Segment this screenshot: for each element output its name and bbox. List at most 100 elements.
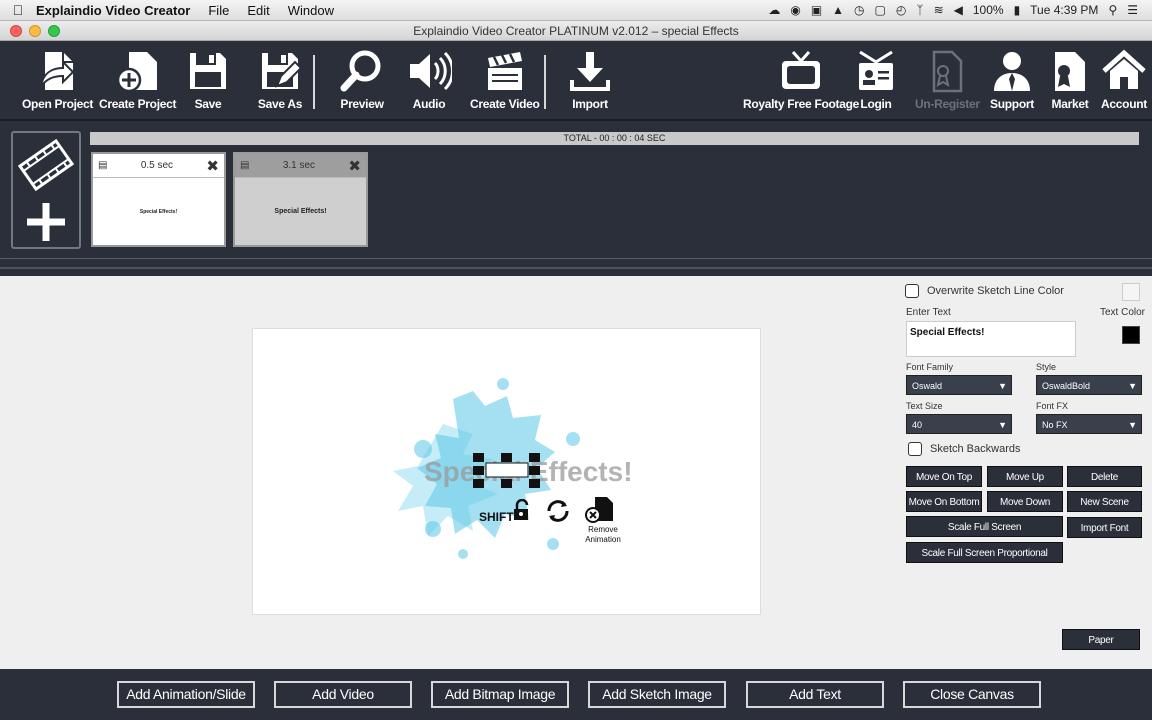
- move-down-button[interactable]: Move Down: [987, 491, 1063, 512]
- dropdown-arrow-icon: ▼: [1128, 381, 1137, 391]
- menu-window[interactable]: Window: [288, 3, 334, 18]
- menu-file[interactable]: File: [208, 3, 229, 18]
- sketch-backwards-label: Sketch Backwards: [930, 443, 1021, 455]
- speaker-icon: [405, 47, 453, 95]
- cloud-icon[interactable]: ☁: [768, 3, 780, 17]
- notification-center-icon[interactable]: ☰: [1127, 3, 1138, 17]
- scene-preview: Special Effects!: [235, 178, 366, 245]
- scene-thumbnail-1[interactable]: ▤ 0.5 sec ✖ Special Effects!: [91, 152, 226, 247]
- camera-icon[interactable]: ▣: [811, 3, 822, 17]
- support-button[interactable]: Support: [988, 47, 1036, 117]
- delete-button[interactable]: Delete: [1067, 466, 1142, 487]
- mac-menubar:  Explaindio Video Creator File Edit Win…: [0, 0, 1152, 21]
- clock-text[interactable]: Tue 4:39 PM: [1030, 3, 1098, 17]
- open-project-icon: [34, 47, 82, 95]
- bluetooth-icon[interactable]: ᛉ: [916, 3, 923, 17]
- market-document-icon: [1046, 47, 1094, 95]
- unlock-icon[interactable]: [512, 498, 532, 521]
- open-project-button[interactable]: Open Project: [22, 47, 93, 117]
- preview-button[interactable]: Preview: [338, 47, 386, 117]
- overwrite-line-color-checkbox[interactable]: [905, 284, 919, 298]
- enter-text-label: Enter Text: [906, 307, 951, 318]
- new-scene-button[interactable]: New Scene: [1067, 491, 1142, 512]
- scale-full-screen-proportional-button[interactable]: Scale Full Screen Proportional: [906, 542, 1063, 563]
- remove-animation-label: Remove Animation: [585, 525, 621, 544]
- scale-full-screen-button[interactable]: Scale Full Screen: [906, 516, 1063, 537]
- move-on-top-button[interactable]: Move On Top: [906, 466, 982, 487]
- create-project-button[interactable]: Create Project: [99, 47, 176, 117]
- support-person-icon: [988, 47, 1036, 95]
- scene-timeline: TOTAL - 00 : 00 : 04 SEC ▤ 0.5 sec ✖ Spe…: [0, 123, 1152, 258]
- paper-button[interactable]: Paper: [1062, 629, 1140, 650]
- dropdown-arrow-icon: ▼: [998, 420, 1007, 430]
- scene-header: ▤ 3.1 sec ✖: [235, 154, 366, 178]
- toolbar-separator: [544, 55, 546, 109]
- market-button[interactable]: Market: [1046, 47, 1094, 117]
- add-text-button[interactable]: Add Text: [746, 681, 884, 708]
- scene-thumbnail-2[interactable]: ▤ 3.1 sec ✖ Special Effects!: [233, 152, 368, 247]
- text-color-label: Text Color: [1100, 307, 1146, 318]
- scene-duration: 0.5 sec: [140, 160, 174, 171]
- add-animation-slide-button[interactable]: Add Animation/Slide: [117, 681, 255, 708]
- volume-icon[interactable]: ◀: [954, 3, 963, 17]
- add-sketch-image-button[interactable]: Add Sketch Image: [588, 681, 726, 708]
- magnifier-icon: [338, 47, 386, 95]
- font-fx-select[interactable]: No FX ▼: [1036, 414, 1142, 434]
- audio-button[interactable]: Audio: [405, 47, 453, 117]
- dropdown-arrow-icon: ▼: [998, 381, 1007, 391]
- close-canvas-button[interactable]: Close Canvas: [903, 681, 1041, 708]
- add-bitmap-image-button[interactable]: Add Bitmap Image: [431, 681, 569, 708]
- royalty-free-footage-button[interactable]: Royalty Free Footage: [743, 47, 859, 117]
- display-icon[interactable]: ▢: [875, 3, 886, 17]
- rotate-icon[interactable]: [545, 499, 571, 523]
- add-video-button[interactable]: Add Video: [274, 681, 412, 708]
- adobe-icon[interactable]: ▲: [832, 3, 844, 17]
- scene-settings-icon[interactable]: ▤: [240, 160, 249, 171]
- scene-header: ▤ 0.5 sec ✖: [93, 154, 224, 178]
- font-fx-label: Font FX: [1036, 401, 1069, 411]
- wifi-icon[interactable]: ≋: [934, 3, 944, 17]
- login-button[interactable]: Login: [852, 47, 900, 117]
- clock-icon[interactable]: ◴: [896, 3, 906, 17]
- toolbar-separator: [313, 55, 315, 109]
- close-icon[interactable]: ✖: [348, 157, 361, 175]
- close-icon[interactable]: ✖: [206, 157, 219, 175]
- panel-splitter[interactable]: [0, 258, 1152, 276]
- line-color-swatch[interactable]: [1122, 283, 1140, 301]
- text-size-select[interactable]: 40 ▼: [906, 414, 1012, 434]
- style-select[interactable]: OswaldBold ▼: [1036, 375, 1142, 395]
- save-as-button[interactable]: Save As: [256, 47, 304, 117]
- font-family-label: Font Family: [906, 362, 954, 372]
- text-entry-field[interactable]: Special Effects!: [906, 321, 1076, 357]
- timer-icon[interactable]: ◷: [854, 3, 864, 17]
- scene-canvas[interactable]: Special Effects! SHIFT Remove Animation: [252, 328, 761, 615]
- scene-preview: Special Effects!: [93, 178, 224, 245]
- battery-icon[interactable]: ▮: [1014, 3, 1021, 17]
- remove-animation-icon[interactable]: [583, 495, 617, 523]
- text-color-swatch[interactable]: [1122, 326, 1140, 344]
- move-up-button[interactable]: Move Up: [987, 466, 1063, 487]
- add-scene-button[interactable]: [11, 131, 81, 249]
- overwrite-line-color-label: Overwrite Sketch Line Color: [927, 285, 1064, 297]
- selection-handles[interactable]: [473, 453, 540, 488]
- apple-menu-icon[interactable]: : [0, 2, 36, 18]
- eye-icon[interactable]: ◉: [790, 3, 800, 17]
- create-video-button[interactable]: Create Video: [470, 47, 540, 117]
- move-on-bottom-button[interactable]: Move On Bottom: [906, 491, 982, 512]
- import-button[interactable]: Import: [566, 47, 614, 117]
- spotlight-icon[interactable]: ⚲: [1108, 3, 1117, 17]
- scene-settings-icon[interactable]: ▤: [98, 160, 107, 171]
- timeline-total-bar[interactable]: TOTAL - 00 : 00 : 04 SEC: [90, 132, 1139, 145]
- battery-percent: 100%: [972, 3, 1004, 17]
- canvas-element-group: Special Effects! SHIFT: [393, 378, 633, 559]
- menu-edit[interactable]: Edit: [247, 3, 269, 18]
- app-menu[interactable]: Explaindio Video Creator: [36, 3, 190, 18]
- import-font-button[interactable]: Import Font: [1067, 517, 1142, 538]
- font-family-select[interactable]: Oswald ▼: [906, 375, 1012, 395]
- save-button[interactable]: Save: [184, 47, 232, 117]
- un-register-button[interactable]: Un-Register: [915, 47, 980, 117]
- account-button[interactable]: Account: [1100, 47, 1148, 117]
- main-toolbar: Open Project Create Project Save Save As…: [0, 41, 1152, 121]
- download-arrow-icon: [566, 47, 614, 95]
- sketch-backwards-checkbox[interactable]: [908, 442, 922, 456]
